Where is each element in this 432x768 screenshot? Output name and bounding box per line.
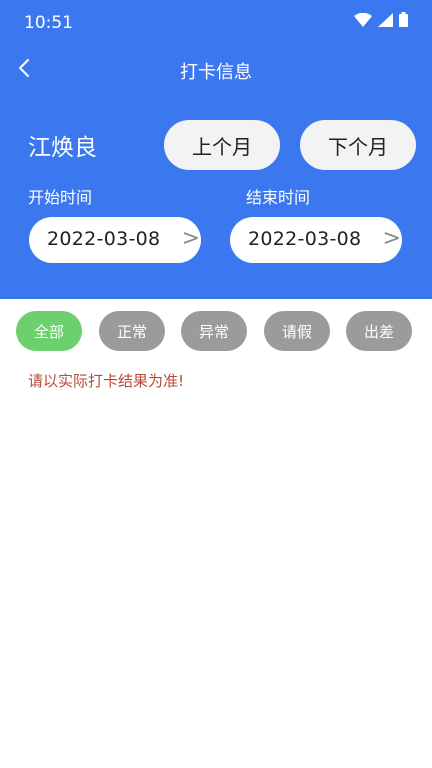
end-date-picker[interactable]: 2022-03-08 > [230, 217, 402, 263]
start-date-value: 2022-03-08 [47, 228, 161, 250]
signal-icon [378, 12, 393, 31]
chevron-right-icon: > [181, 226, 200, 251]
battery-icon [399, 12, 408, 31]
chevron-right-icon: > [382, 226, 401, 251]
page-title: 打卡信息 [180, 62, 252, 83]
filter-chip-leave[interactable]: 请假 [264, 311, 330, 351]
end-date-value: 2022-03-08 [248, 228, 362, 250]
filter-chip-normal[interactable]: 正常 [99, 311, 165, 351]
start-date-picker[interactable]: 2022-03-08 > [29, 217, 201, 263]
status-bar: 10:51 [0, 0, 432, 46]
title-bar: 打卡信息 [0, 46, 432, 94]
status-time: 10:51 [24, 13, 73, 33]
next-month-button[interactable]: 下个月 [300, 120, 416, 170]
filter-chip-abnormal[interactable]: 异常 [181, 311, 247, 351]
notice-text: 请以实际打卡结果为准! [28, 372, 185, 390]
filter-bar: 全部 正常 异常 请假 出差 [0, 309, 432, 353]
filter-chip-business-trip[interactable]: 出差 [346, 311, 412, 351]
filter-chip-all[interactable]: 全部 [16, 311, 82, 351]
wifi-icon [354, 12, 372, 31]
status-icons [354, 12, 408, 31]
prev-month-button[interactable]: 上个月 [164, 120, 280, 170]
header-panel: 10:51 打卡信息 江焕良 上个月 下个月 开始时间 结束时间 2022-03… [0, 0, 432, 299]
end-time-label: 结束时间 [246, 188, 311, 207]
user-name: 江焕良 [28, 135, 97, 161]
attendance-screen: 10:51 打卡信息 江焕良 上个月 下个月 开始时间 结束时间 2022-03… [0, 0, 432, 768]
start-time-label: 开始时间 [28, 188, 93, 207]
